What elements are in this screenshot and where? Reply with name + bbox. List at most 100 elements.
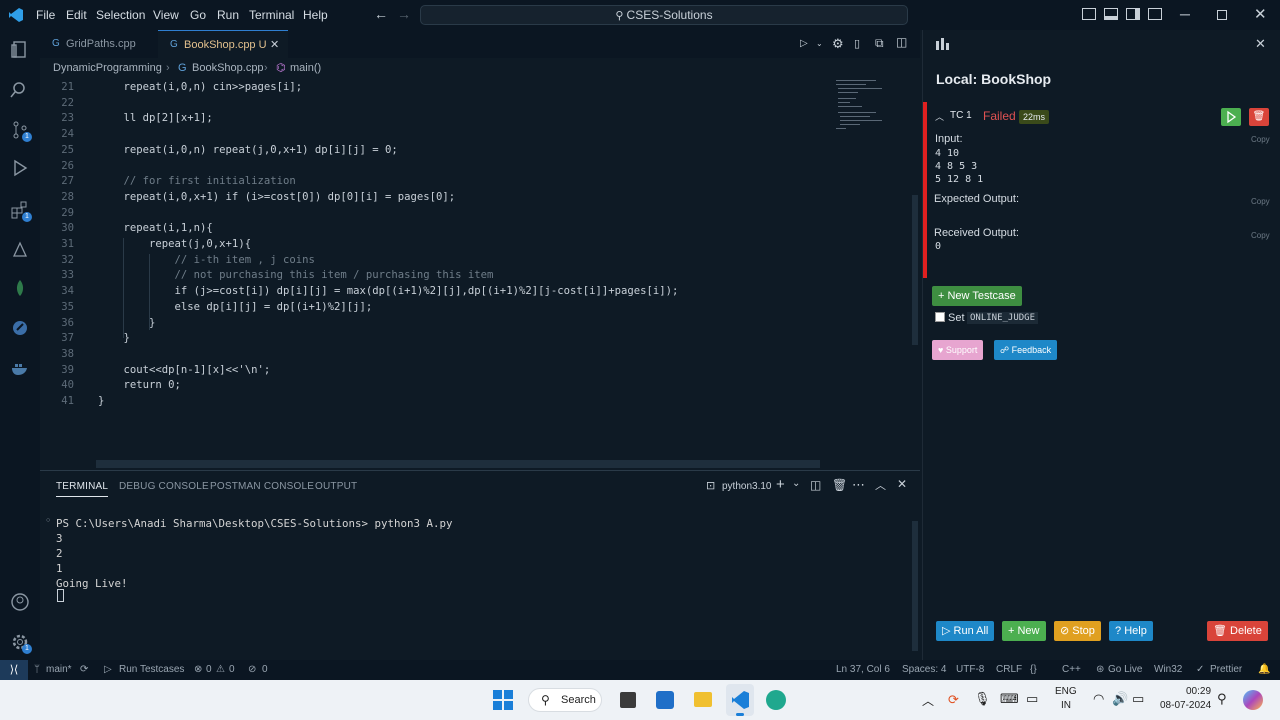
taskbar-search-box[interactable]: ⚲ Search	[528, 688, 602, 712]
ports-count[interactable]: 0	[262, 664, 268, 675]
source-control-icon[interactable]: 1	[10, 120, 32, 142]
menu-view[interactable]: View	[153, 8, 179, 22]
feedback-button[interactable]: ☍ Feedback	[994, 340, 1058, 360]
docker-icon[interactable]	[10, 358, 30, 378]
close-sidebar-icon[interactable]: ✕	[1255, 36, 1266, 52]
more-actions-icon[interactable]: ⋯	[852, 477, 865, 493]
end-of-line[interactable]: CRLF	[996, 664, 1022, 675]
support-button[interactable]: ♥ Support	[932, 340, 984, 360]
error-count[interactable]: 0	[206, 664, 212, 675]
settings-gear-icon[interactable]: ⚙	[832, 36, 844, 52]
store-app-icon[interactable]	[656, 691, 674, 709]
toggle-panel-icon[interactable]	[1104, 8, 1118, 20]
notification-center-icon[interactable]: ⚲	[1217, 691, 1227, 707]
notifications-bell-icon[interactable]: 🔔	[1258, 664, 1270, 675]
menu-help[interactable]: Help	[303, 8, 328, 22]
volume-icon[interactable]: 🔊	[1112, 691, 1128, 707]
sync-tray-icon[interactable]: ⟳	[948, 692, 959, 708]
menu-selection[interactable]: Selection	[96, 8, 145, 22]
tab-bookshop[interactable]: G BookShop.cpp U ✕	[158, 30, 288, 58]
menu-file[interactable]: File	[36, 8, 55, 22]
close-tab-icon[interactable]: ✕	[270, 31, 279, 59]
tab-output[interactable]: OUTPUT	[315, 481, 357, 492]
tab-gridpaths[interactable]: G GridPaths.cpp	[40, 30, 158, 58]
vscode-taskbar-button[interactable]	[726, 684, 754, 716]
search-icon[interactable]	[10, 80, 30, 100]
run-dropdown-chevron-icon[interactable]: ⌄	[816, 39, 823, 48]
tab-terminal[interactable]: TERMINAL	[56, 481, 109, 497]
close-panel-icon[interactable]: ✕	[897, 477, 907, 491]
menu-run[interactable]: Run	[217, 8, 239, 22]
battery-icon[interactable]: ▭	[1132, 691, 1144, 707]
delete-testcase-trash-icon[interactable]: 🗑	[1249, 108, 1269, 126]
maximize-panel-chevron-icon[interactable]: ︿	[875, 477, 886, 493]
manage-gear-icon[interactable]: 1	[10, 632, 32, 654]
menu-go[interactable]: Go	[190, 8, 206, 22]
microphone-icon[interactable]: 🎙	[974, 691, 991, 707]
help-button[interactable]: ? Help	[1109, 621, 1153, 641]
terminal-dropdown-chevron-icon[interactable]: ⌄	[792, 478, 800, 489]
terminal-scrollbar[interactable]	[912, 521, 918, 651]
prettier[interactable]: Prettier	[1210, 664, 1242, 675]
encoding[interactable]: UTF-8	[956, 664, 984, 675]
menu-edit[interactable]: Edit	[66, 8, 87, 22]
tab-postman-console[interactable]: POSTMAN CONSOLE	[210, 481, 314, 492]
platform[interactable]: Win32	[1154, 664, 1182, 675]
stop-button[interactable]: ⊘ Stop	[1054, 621, 1101, 641]
terminal-shell-label[interactable]: python3.10	[722, 481, 772, 492]
breadcrumb-symbol[interactable]: main()	[290, 62, 321, 74]
clock-time[interactable]: 00:29	[1186, 686, 1211, 697]
mongodb-leaf-icon[interactable]	[10, 278, 30, 298]
display-icon[interactable]: ▭	[1026, 691, 1038, 707]
editor-vertical-scrollbar[interactable]	[912, 195, 918, 345]
close-window-icon[interactable]: ✕	[1254, 5, 1267, 23]
copy-expected-link[interactable]: Copy	[1251, 197, 1270, 206]
run-all-button[interactable]: ▷ Run All	[936, 621, 995, 641]
expected-output-textarea[interactable]	[935, 207, 1255, 223]
split-editor-icon[interactable]: ◫	[896, 35, 907, 49]
editor-horizontal-scrollbar[interactable]	[96, 460, 820, 468]
git-branch[interactable]: main*	[46, 664, 72, 675]
customize-layout-icon[interactable]	[1148, 8, 1162, 20]
copilot-icon[interactable]	[1243, 690, 1263, 710]
terminal-app-icon[interactable]	[620, 692, 636, 708]
new-button[interactable]: + New	[1002, 621, 1046, 641]
breadcrumb-folder[interactable]: DynamicProgramming	[53, 62, 162, 74]
copy-input-link[interactable]: Copy	[1251, 135, 1270, 144]
run-debug-icon[interactable]	[10, 158, 30, 178]
menu-terminal[interactable]: Terminal	[249, 8, 294, 22]
run-testcases-status[interactable]: Run Testcases	[119, 664, 184, 675]
input-textarea[interactable]: 4 10 4 8 5 3 5 12 8 1	[935, 147, 983, 186]
delete-all-button[interactable]: 🗑 Delete	[1207, 621, 1268, 641]
mobile-preview-icon[interactable]: ▯	[854, 37, 860, 50]
indentation[interactable]: Spaces: 4	[902, 664, 946, 675]
forward-arrow-icon[interactable]: →	[397, 6, 411, 22]
keyboard-icon[interactable]: ⌨	[1000, 691, 1019, 707]
new-terminal-icon[interactable]: +	[776, 476, 785, 493]
account-icon[interactable]	[10, 592, 30, 612]
cursor-position[interactable]: Ln 37, Col 6	[836, 664, 890, 675]
new-testcase-button[interactable]: + New Testcase	[932, 286, 1022, 306]
language-indicator[interactable]: ENG	[1055, 686, 1077, 697]
go-live[interactable]: Go Live	[1108, 664, 1142, 675]
run-code-icon[interactable]: ▷	[800, 38, 808, 49]
run-testcase-button[interactable]	[1221, 108, 1241, 126]
wifi-icon[interactable]: ◠	[1093, 691, 1104, 707]
copy-received-link[interactable]: Copy	[1251, 231, 1270, 240]
language-mode[interactable]: C++	[1062, 664, 1081, 675]
minimap[interactable]	[832, 78, 910, 458]
minimize-icon[interactable]: ─	[1180, 6, 1190, 22]
remote-indicator-icon[interactable]: ⟩⟨	[0, 660, 28, 680]
collapse-chevron-icon[interactable]: ︿	[935, 110, 944, 123]
warning-count[interactable]: 0	[229, 664, 235, 675]
code-editor[interactable]: 21 repeat(i,0,n) cin>>pages[i]; 22 23 ll d…	[40, 78, 910, 458]
command-center-search[interactable]: ⚲ CSES-Solutions	[420, 5, 908, 25]
postman-icon[interactable]	[10, 318, 30, 338]
back-arrow-icon[interactable]: ←	[374, 6, 388, 22]
split-terminal-icon[interactable]: ◫	[810, 478, 821, 492]
testing-icon[interactable]	[10, 240, 30, 260]
extensions-icon[interactable]: 1	[10, 200, 32, 222]
tab-debug-console[interactable]: DEBUG CONSOLE	[119, 481, 209, 492]
edge-browser-icon[interactable]	[766, 690, 786, 710]
file-explorer-icon[interactable]	[694, 692, 712, 707]
